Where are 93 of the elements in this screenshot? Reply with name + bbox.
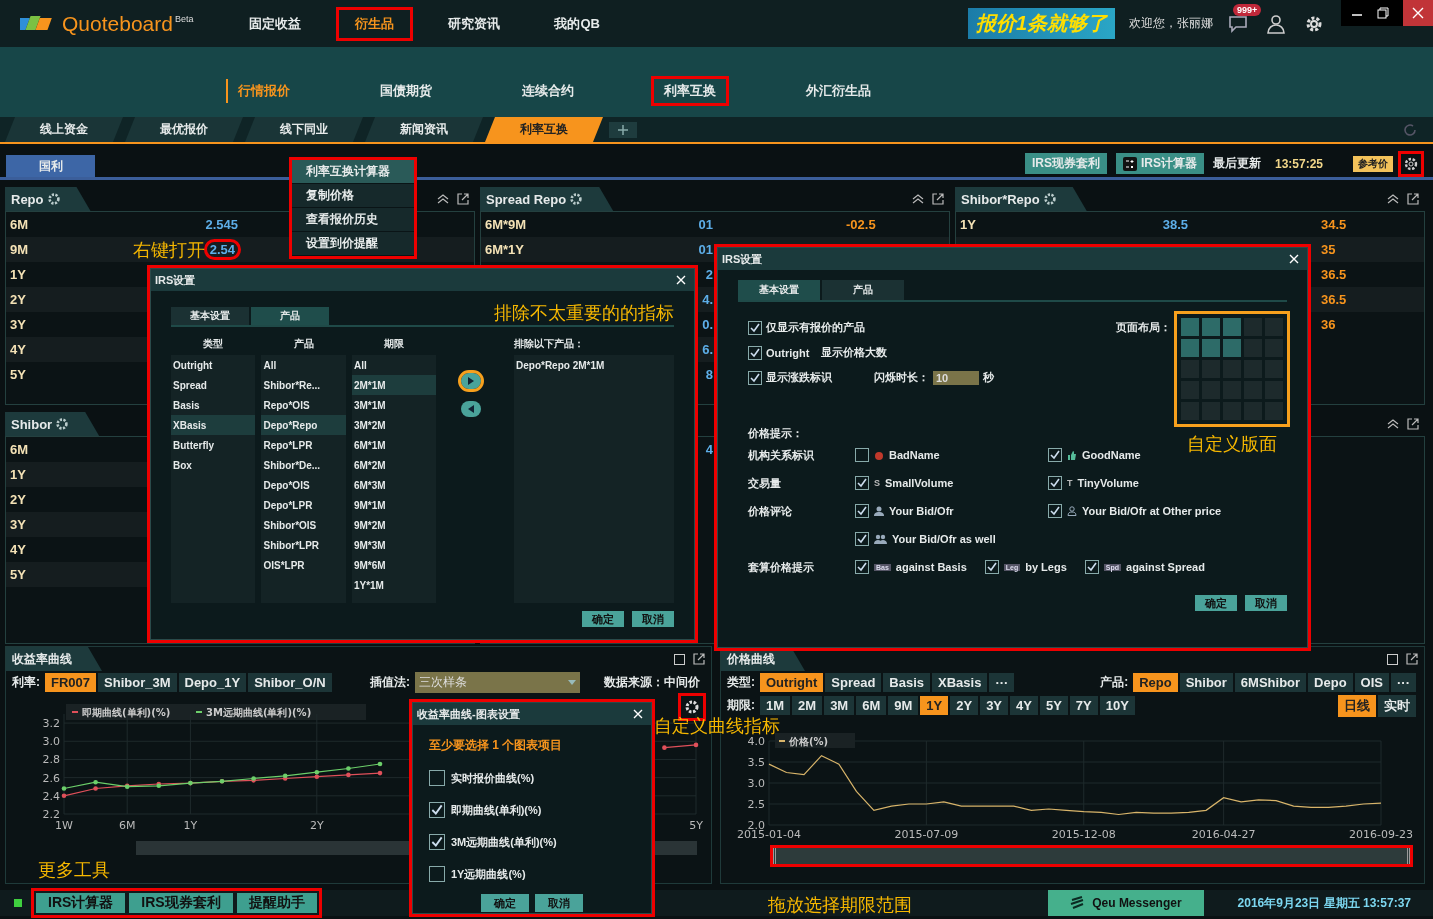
term-label: 1Y xyxy=(960,217,976,232)
notification-badge: 999+ xyxy=(1233,3,1262,16)
last-update-label: 最后更新 xyxy=(1212,155,1261,172)
legend-label: 即期曲线(单利)(%) xyxy=(82,707,171,718)
flash-duration-label: 闪烁时长： xyxy=(874,370,929,385)
date-time: 2016年9月23日 星期五 13:57:37 xyxy=(1237,894,1411,912)
row-label: 机构关系标识 xyxy=(748,447,815,463)
app-logo-text: Quoteboard xyxy=(62,11,173,36)
reference-price-badge: 参考价 xyxy=(1353,155,1393,172)
volume-letter: S xyxy=(874,478,880,488)
product-label: 产品: xyxy=(1100,674,1129,691)
x-axis-label: 2015-12-08 xyxy=(1051,828,1116,839)
x-axis-label: 5Y xyxy=(689,819,703,832)
annotation-text: 更多工具 xyxy=(38,859,110,882)
annotation-text: 右键打开 xyxy=(133,239,205,262)
option-label: SmallVolume xyxy=(885,477,954,489)
legend-label: 3M远期曲线(单利)(%) xyxy=(206,707,312,718)
y-axis-label: 2.2 xyxy=(42,808,60,821)
type-label: 类型: xyxy=(727,674,755,691)
option-label: by Legs xyxy=(1025,561,1067,573)
annotation-text: 排除不太重要的的指标 xyxy=(494,302,674,325)
rate-label: 利率: xyxy=(12,674,40,691)
option-label: 显示价格大数 xyxy=(821,345,888,360)
option-label: 显示涨跌标识 xyxy=(766,370,832,385)
y-axis-label: 2.6 xyxy=(42,771,60,785)
annotation-text: 拖放选择期限范围 xyxy=(768,894,912,917)
column-heading: 类型 xyxy=(203,337,224,351)
row-label: 交易量 xyxy=(748,475,782,491)
option-label: against Basis xyxy=(895,561,967,573)
seconds-unit: 秒 xyxy=(983,370,994,385)
option-label: 1Y远期曲线(%) xyxy=(451,866,526,882)
column-heading: 期限 xyxy=(384,337,405,351)
x-axis-label: 1W xyxy=(55,819,73,832)
y-axis-label: 2.4 xyxy=(42,789,60,803)
option-label: GoodName xyxy=(1082,449,1141,461)
term-label: 1Y xyxy=(10,467,26,482)
option-label: against Spread xyxy=(1126,561,1205,573)
option-label: Your Bid/Ofr as well xyxy=(892,533,996,545)
x-axis-label: 2016-04-27 xyxy=(1191,828,1256,839)
option-label: 3M远期曲线(单利)(%) xyxy=(451,834,557,850)
beta-label: Beta xyxy=(174,14,194,24)
option-label: Outright xyxy=(766,346,810,359)
term-label: 2Y xyxy=(10,292,26,307)
warning-text: 至少要选择 1 个图表项目 xyxy=(429,737,564,754)
term-label: 1Y xyxy=(10,267,26,282)
option-label: 实时报价曲线(%) xyxy=(451,770,535,786)
dialog-title: IRS设置 xyxy=(155,272,196,288)
dialog-title: 收益率曲线-图表设置 xyxy=(417,706,520,722)
y-axis-label: 3.2 xyxy=(42,717,60,731)
section-heading: 价格提示： xyxy=(748,426,804,441)
option-label: BadName xyxy=(889,449,940,461)
term-label: 6M*1Y xyxy=(485,242,525,257)
term-label: 3Y xyxy=(10,317,26,332)
interpolation-label: 插值法: xyxy=(370,674,410,691)
term-label: 5Y xyxy=(10,367,26,382)
term-label: 5Y xyxy=(10,567,26,582)
welcome-text: 欢迎您，张丽娜 xyxy=(1129,15,1213,32)
option-label: Your Bid/Ofr xyxy=(889,505,954,517)
option-label: Your Bid/Ofr at Other price xyxy=(1082,505,1222,517)
x-axis-label: 2Y xyxy=(309,819,324,832)
annotation-text: 自定义版面 xyxy=(1187,433,1277,456)
row-label: 价格评论 xyxy=(748,503,793,519)
term-label: 9M xyxy=(10,242,29,257)
x-axis-label: 2015-07-09 xyxy=(894,828,959,839)
y-axis-label: 3.0 xyxy=(747,777,765,790)
term-label: 6M xyxy=(10,217,29,232)
y-axis-label: 2.5 xyxy=(747,798,765,811)
x-axis-label: 6M xyxy=(118,819,136,832)
option-label: 即期曲线(单利)(%) xyxy=(451,802,542,818)
y-axis-label: 2.8 xyxy=(42,753,60,767)
y-axis-label: 3.5 xyxy=(747,756,765,769)
row-label: 套算价格提示 xyxy=(748,559,815,575)
term-label: 3Y xyxy=(10,517,26,532)
term-label: 6M xyxy=(10,442,29,457)
legend-label: 价格(%) xyxy=(789,736,829,747)
column-heading: 产品 xyxy=(293,337,314,351)
x-axis-label: 1Y xyxy=(183,819,198,832)
option-label: TinyVolume xyxy=(1077,477,1139,489)
data-source-text: 数据来源：中间价 xyxy=(604,674,700,691)
term-label: 4Y xyxy=(10,342,26,357)
term-label: 2Y xyxy=(10,492,26,507)
annotation-text: 自定义曲线指标 xyxy=(654,715,780,737)
volume-letter: T xyxy=(1067,478,1073,488)
term-label: 6M*9M xyxy=(485,217,527,232)
term-label: 期限: xyxy=(727,697,755,714)
column-heading: 排除以下产品： xyxy=(514,337,584,351)
term-label: 4Y xyxy=(10,542,26,557)
x-axis-label: 2016-09-23 xyxy=(1349,828,1413,839)
last-update-time: 13:57:25 xyxy=(1274,156,1323,171)
dialog-title: IRS设置 xyxy=(722,251,763,267)
option-label: 仅显示有报价的产品 xyxy=(766,320,865,335)
y-axis-label: 4.0 xyxy=(747,735,765,748)
y-axis-label: 3.0 xyxy=(42,735,60,749)
